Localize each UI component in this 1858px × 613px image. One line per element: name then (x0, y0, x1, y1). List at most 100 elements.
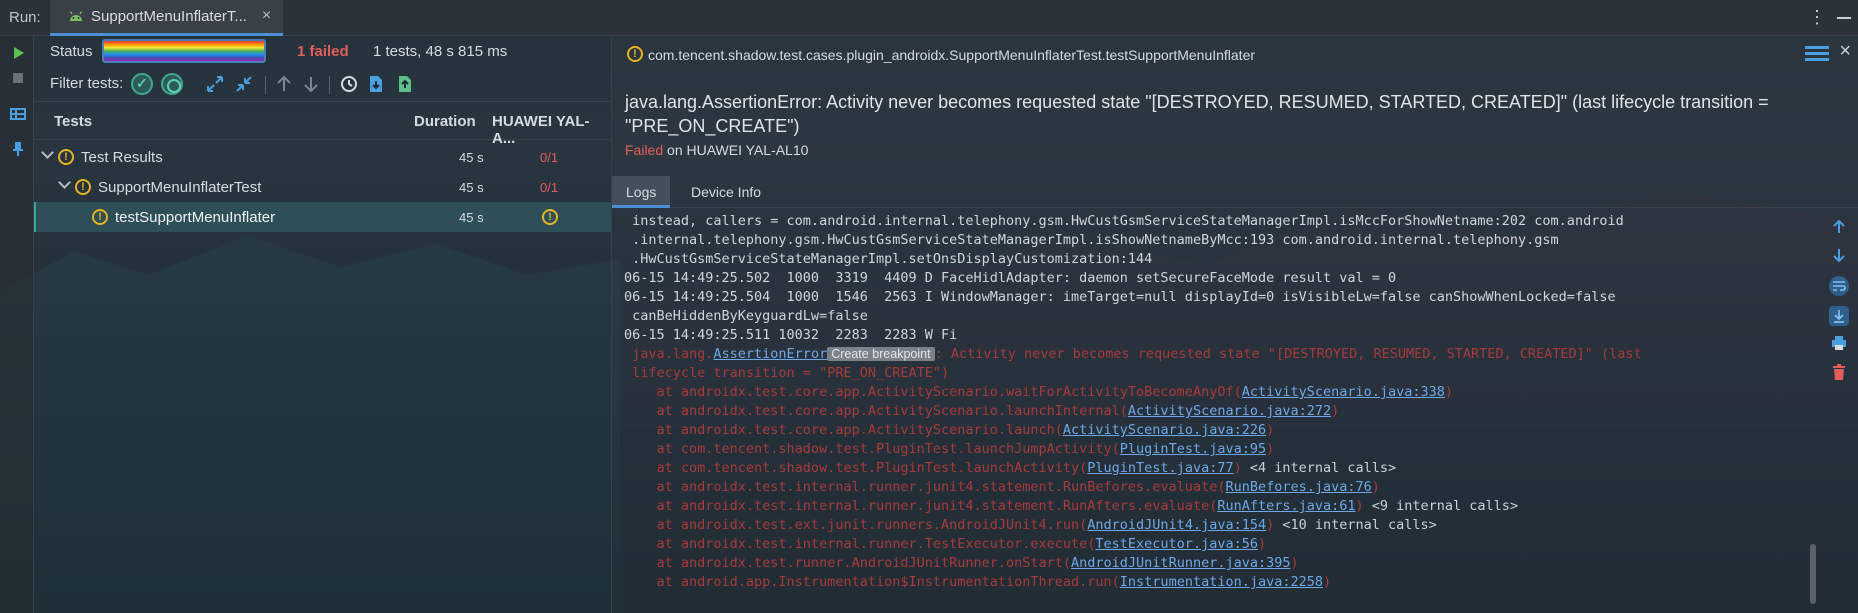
source-link[interactable]: ActivityScenario.java:226 (1063, 422, 1266, 438)
source-link[interactable]: Instrumentation.java:2258 (1120, 574, 1323, 590)
trash-icon[interactable] (1830, 363, 1848, 381)
collapse-all-icon[interactable] (233, 73, 255, 95)
source-link[interactable]: TestExecutor.java:56 (1095, 536, 1258, 552)
warning-circle-icon: ! (75, 179, 91, 195)
run-config-tab[interactable]: SupportMenuInflaterT... × (50, 0, 284, 36)
device-label: on HUAWEI YAL-AL10 (663, 142, 809, 158)
stack-frame-close: ) (1331, 403, 1340, 419)
source-link[interactable]: ActivityScenario.java:272 (1128, 403, 1331, 419)
test-tree-panel: Status 1 failed 1 tests, 48 s 815 ms Fil… (34, 36, 611, 613)
assertion-error-message: java.lang.AssertionError: Activity never… (625, 92, 1769, 136)
tree-row-test-class[interactable]: ! SupportMenuInflaterTest 45 s 0/1 (34, 172, 611, 202)
arrow-up-icon[interactable] (1830, 218, 1848, 236)
stack-frame: at androidx.test.core.app.ActivityScenar… (624, 421, 1802, 440)
error-rest: : Activity never becomes requested state… (934, 346, 1642, 362)
source-link[interactable]: RunBefores.java:76 (1225, 479, 1371, 495)
column-duration[interactable]: Duration (414, 113, 476, 130)
toolbar-separator (329, 76, 330, 94)
internal-calls-fold[interactable]: <10 internal calls> (1274, 517, 1436, 533)
source-link[interactable]: PluginTest.java:77 (1087, 460, 1233, 476)
column-tests[interactable]: Tests (54, 113, 92, 130)
test-detail-panel: ! com.tencent.shadow.test.cases.plugin_a… (611, 36, 1858, 613)
assertion-error-link[interactable]: AssertionError (713, 346, 827, 362)
tree-row-test-results[interactable]: ! Test Results 45 s 0/1 (34, 142, 611, 172)
detail-header: ! com.tencent.shadow.test.cases.plugin_a… (612, 36, 1858, 176)
stop-icon[interactable] (9, 69, 27, 87)
log-line: .internal.telephony.gsm.HwCustGsmService… (624, 232, 1559, 248)
error-prefix: java.lang. (624, 346, 714, 362)
log-line: 06-15 14:49:25.511 10032 2283 2283 W Fi (624, 327, 958, 343)
log-line: 06-15 14:49:25.504 1000 1546 2563 I Wind… (624, 289, 1616, 305)
source-link[interactable]: AndroidJUnitRunner.java:395 (1071, 555, 1290, 571)
source-link[interactable]: RunAfters.java:61 (1217, 498, 1355, 514)
stack-frame: at androidx.test.internal.runner.TestExe… (624, 535, 1802, 554)
layout-icon[interactable] (9, 105, 27, 123)
circle-target-icon[interactable] (161, 73, 183, 95)
pin-icon[interactable] (9, 140, 27, 158)
failed-on-device: Failed on HUAWEI YAL-AL10 (625, 142, 808, 158)
stack-frame: at androidx.test.internal.runner.junit4.… (624, 497, 1802, 516)
filter-tests-label: Filter tests: (50, 75, 124, 92)
chevron-down-icon[interactable] (59, 179, 69, 189)
source-link[interactable]: AndroidJUnit4.java:154 (1087, 517, 1266, 533)
stack-trace: at androidx.test.core.app.ActivityScenar… (624, 383, 1802, 592)
tree-item-label: testSupportMenuInflater (115, 209, 276, 226)
test-summary: 1 tests, 48 s 815 ms (373, 43, 508, 60)
internal-calls-fold[interactable]: <4 internal calls> (1242, 460, 1396, 476)
stack-frame-close: ) (1323, 574, 1332, 590)
tree-item-label: Test Results (81, 149, 163, 166)
soft-wrap-icon[interactable] (1828, 275, 1850, 297)
tree-item-result: 0/1 (540, 180, 559, 195)
error-line: java.lang.AssertionError Create breakpoin… (624, 345, 1802, 364)
android-icon (69, 11, 83, 21)
log-line: instead, callers = com.android.internal.… (624, 213, 1624, 229)
log-output[interactable]: instead, callers = com.android.internal.… (612, 208, 1802, 613)
warning-circle-icon: ! (92, 209, 108, 225)
stack-frame-close: ) (1371, 479, 1380, 495)
stack-frame: at androidx.test.core.app.ActivityScenar… (624, 402, 1802, 421)
test-progress-bar (102, 39, 266, 63)
stack-frame: at androidx.test.runner.AndroidJUnitRunn… (624, 554, 1802, 573)
play-icon[interactable] (9, 44, 27, 62)
tree-item-result: 0/1 (540, 150, 559, 165)
failed-count: 1 failed (297, 43, 349, 60)
run-tab-title: SupportMenuInflaterT... (91, 7, 247, 25)
stack-frame-close: ) (1266, 422, 1275, 438)
check-circle-icon[interactable] (131, 73, 153, 95)
tree-row-test-method[interactable]: ! testSupportMenuInflater 45 s ! (34, 202, 611, 232)
progress-fill (104, 41, 264, 61)
export-icon[interactable] (394, 73, 416, 95)
arrow-down-icon[interactable] (300, 73, 322, 95)
test-full-name: com.tencent.shadow.test.cases.plugin_and… (648, 47, 1256, 63)
scroll-to-end-icon[interactable] (1828, 305, 1850, 327)
close-icon[interactable]: × (1839, 40, 1851, 63)
more-options-icon[interactable]: ⋮ (1808, 8, 1826, 26)
stack-frame: at androidx.test.core.app.ActivityScenar… (624, 383, 1802, 402)
print-icon[interactable] (1830, 334, 1848, 352)
stack-frame: at com.tencent.shadow.test.PluginTest.la… (624, 440, 1802, 459)
stack-frame-method: at androidx.test.ext.junit.runners.Andro… (624, 517, 1088, 533)
history-icon[interactable] (337, 73, 359, 95)
stack-frame-method: at androidx.test.internal.runner.junit4.… (624, 479, 1226, 495)
stack-frame: at androidx.test.ext.junit.runners.Andro… (624, 516, 1802, 535)
tab-logs[interactable]: Logs (612, 176, 671, 208)
arrow-up-icon[interactable] (273, 73, 295, 95)
import-icon[interactable] (365, 73, 387, 95)
expand-all-icon[interactable] (204, 73, 226, 95)
toolbar-separator (265, 76, 266, 94)
left-tool-strip (0, 36, 34, 613)
arrow-down-icon[interactable] (1830, 246, 1848, 264)
stack-frame-close: ) (1266, 517, 1275, 533)
source-link[interactable]: ActivityScenario.java:338 (1242, 384, 1445, 400)
tab-device-info[interactable]: Device Info (677, 176, 775, 208)
minimize-icon[interactable] (1837, 8, 1851, 26)
chevron-down-icon[interactable] (42, 149, 52, 159)
create-breakpoint-badge[interactable]: Create breakpoint (827, 347, 935, 361)
menu-lines-icon[interactable] (1805, 46, 1829, 62)
log-scrollbar[interactable] (1810, 544, 1816, 604)
source-link[interactable]: PluginTest.java:95 (1120, 441, 1266, 457)
stack-frame-close: ) (1355, 498, 1364, 514)
close-tab-icon[interactable]: × (262, 7, 271, 25)
stack-frame-method: at android.app.Instrumentation$Instrumen… (624, 574, 1120, 590)
internal-calls-fold[interactable]: <9 internal calls> (1364, 498, 1518, 514)
